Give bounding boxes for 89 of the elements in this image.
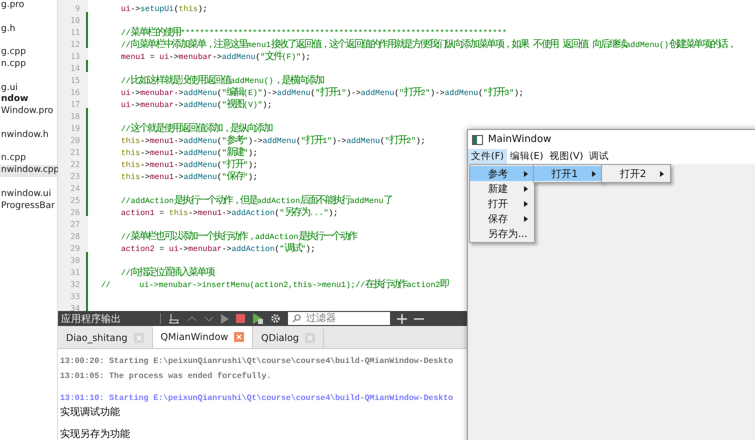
line-number: 28 bbox=[70, 232, 80, 241]
line-number: 33 bbox=[70, 292, 80, 301]
output-tab[interactable]: QDialog bbox=[253, 328, 324, 348]
output-pane-title: 应用程序输出 bbox=[61, 312, 122, 326]
filter-field[interactable]: 过滤器 bbox=[288, 312, 390, 325]
line-number: 17 bbox=[70, 100, 80, 109]
plus-icon[interactable] bbox=[397, 314, 407, 324]
menu-bar-item[interactable]: 调试 bbox=[586, 149, 612, 164]
code-line: //这个就是使用返回值添加，是纵向添加 bbox=[120, 125, 272, 134]
search-icon bbox=[292, 314, 301, 323]
line-number: 34 bbox=[70, 304, 80, 311]
line-number: 16 bbox=[70, 88, 80, 97]
line-number: 15 bbox=[70, 76, 80, 85]
output-tab[interactable]: QMianWindow bbox=[152, 326, 254, 348]
code-line: this->menu1->addMenu("保存"); bbox=[120, 173, 258, 182]
window-title: MainWindow bbox=[488, 134, 552, 145]
filter-input[interactable]: 过滤器 bbox=[306, 313, 386, 324]
play-icon[interactable] bbox=[221, 314, 229, 324]
down-caret-icon[interactable] bbox=[204, 314, 214, 322]
line-number: 21 bbox=[70, 148, 80, 157]
line-number: 30 bbox=[70, 256, 80, 265]
line-number: 12 bbox=[70, 40, 80, 49]
line-number: 26 bbox=[70, 208, 80, 217]
line-number: 31 bbox=[70, 268, 80, 277]
menu-item[interactable]: 新建 bbox=[470, 181, 534, 196]
file-tree-item[interactable]: g.pro bbox=[0, 0, 57, 12]
code-line: menu1 = ui->menubar->addMenu("文件(F)"); bbox=[120, 53, 311, 62]
menu-item[interactable]: 保存 bbox=[470, 211, 534, 226]
settings-icon[interactable] bbox=[270, 313, 281, 324]
line-number: 24 bbox=[70, 184, 80, 193]
code-line: //向指定位置插入菜单项 bbox=[120, 269, 214, 278]
line-number: 29 bbox=[70, 244, 80, 253]
line-number: 25 bbox=[70, 196, 80, 205]
line-number: 11 bbox=[70, 28, 80, 37]
file-tree-item[interactable]: Window.pro bbox=[0, 106, 57, 118]
code-line: this->menu1->addMenu("参考")->addMenu("打开1")->addMenu("打开2"); bbox=[120, 137, 426, 146]
code-line: ui->menubar->addMenu("视图(V)"); bbox=[120, 101, 272, 110]
line-number: 20 bbox=[70, 136, 80, 145]
menu-item[interactable]: 参考 bbox=[470, 166, 534, 181]
file-tree-item[interactable]: nwindow.h bbox=[0, 118, 57, 142]
line-number: 18 bbox=[70, 112, 80, 121]
line-number: 23 bbox=[70, 172, 80, 181]
file-tree-item[interactable]: g.h bbox=[0, 12, 57, 36]
run-icon[interactable] bbox=[252, 313, 263, 324]
close-icon[interactable] bbox=[234, 332, 244, 342]
line-number: 14 bbox=[70, 64, 80, 73]
menu-bar-item[interactable]: 文件(F) bbox=[468, 149, 507, 164]
line-number: 10 bbox=[70, 16, 80, 25]
code-line: ui->menubar->addMenu("编辑(E)")->addMenu("打开1")->addMenu("打开2")->addMenu("打开3"); bbox=[120, 89, 524, 98]
clear-output-icon[interactable] bbox=[168, 313, 180, 324]
file-tree-item[interactable]: ProgressBar bbox=[0, 200, 57, 212]
code-line: ui->setupUi(this); bbox=[120, 5, 208, 14]
output-tab[interactable]: Diao_shitang bbox=[58, 328, 153, 348]
code-line: this->menu1->addMenu("新建"); bbox=[120, 149, 258, 158]
file-tree-item[interactable]: ndow bbox=[0, 94, 57, 106]
file-tree-item[interactable]: g.ui bbox=[0, 70, 57, 94]
line-number: 19 bbox=[70, 124, 80, 133]
menu-item[interactable]: 打开 bbox=[470, 196, 534, 211]
up-caret-icon[interactable] bbox=[187, 314, 197, 322]
file-tree-item[interactable]: nwindow.ui bbox=[0, 176, 57, 201]
code-line: action2 = ui->menubar->addAction("调试"); bbox=[120, 245, 316, 254]
output-line: 实现调试功能 bbox=[60, 407, 120, 418]
file-tree-item[interactable]: nwindow.cpp bbox=[0, 165, 57, 177]
file-tree-item[interactable]: n.cpp bbox=[0, 58, 57, 71]
code-line: //菜单栏的使用******************************************************************** bbox=[120, 29, 507, 38]
line-number: 13 bbox=[70, 52, 80, 61]
line-number: 9 bbox=[75, 4, 80, 13]
file-tree-item[interactable]: n.cpp bbox=[0, 142, 57, 166]
line-number: 32 bbox=[70, 280, 80, 289]
code-line: this->menu1->addMenu("打开"); bbox=[120, 161, 258, 170]
code-line: action1 = this->menu1->addAction("另存为..."); bbox=[120, 209, 338, 218]
menu-item[interactable]: 打开2 bbox=[602, 166, 670, 181]
code-line: //向菜单栏中添加菜单，注意这里menu1接收了返回值，这个返回值的作用就是方便我们纵向添加菜单项，如果 不使用 返回值 向后继续addMenu()创建菜单项的话， bbox=[120, 41, 736, 50]
code-line: //addAction是执行一个动作，但是addAction后面不能执行addMenu了 bbox=[120, 197, 392, 206]
output-line: 实现另存为功能 bbox=[60, 428, 130, 440]
app-icon bbox=[472, 134, 483, 144]
menu-bar-item[interactable]: 编辑(E) bbox=[506, 149, 546, 164]
menu-item[interactable]: 打开1 bbox=[534, 166, 602, 181]
code-line: //比如这样就是没使用返回值addMenu()，是横向添加 bbox=[120, 77, 324, 86]
line-number: 22 bbox=[70, 160, 80, 169]
code-line: //菜单栏也可以添加一个执行动作，addAction是执行一个动作 bbox=[120, 233, 356, 242]
output-line: 13:01:05: The process was ended forcefully. bbox=[60, 371, 272, 382]
menu-item[interactable]: 另存为... bbox=[470, 226, 534, 241]
code-line: // ui->menubar->insertMenu(action2,this->menu1);//在执行动作action2即 bbox=[101, 281, 448, 290]
output-line: 13:00:20: Starting E:\peixunQianrushi\Qt\course\course4\build-QMianWindow-Deskto bbox=[60, 356, 454, 367]
output-line: 13:01:10: Starting E:\peixunQianrushi\Qt\course\course4\build-QMianWindow-Deskto bbox=[60, 393, 454, 404]
line-number: 27 bbox=[70, 220, 80, 229]
menu-bar-item[interactable]: 视图(V) bbox=[546, 149, 586, 164]
file-tree-item[interactable]: g.cpp bbox=[0, 35, 57, 59]
